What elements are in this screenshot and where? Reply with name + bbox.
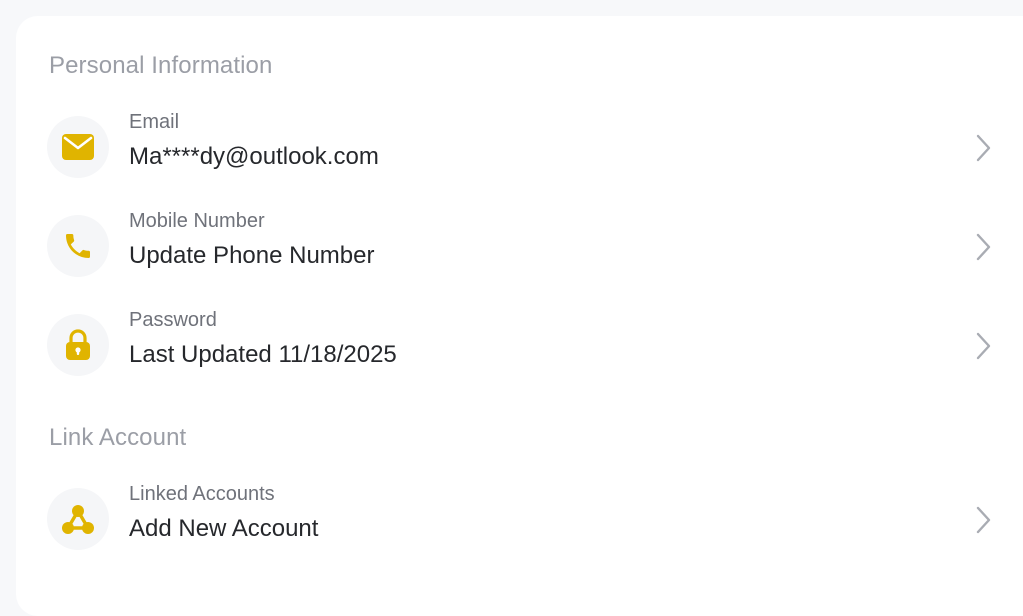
password-label: Password <box>129 309 217 331</box>
lock-icon <box>66 329 90 360</box>
section-title-personal-information: Personal Information <box>49 52 273 79</box>
phone-icon-circle <box>47 215 109 277</box>
linked-accounts-icon-circle <box>47 488 109 550</box>
password-value: Last Updated 11/18/2025 <box>129 341 397 368</box>
email-label: Email <box>129 111 180 133</box>
linked-nodes-icon <box>62 505 94 534</box>
chevron-right-icon <box>976 233 991 261</box>
phone-icon <box>66 234 90 258</box>
mobile-number-row[interactable]: Mobile Number Update Phone Number <box>16 205 1006 285</box>
chevron-right-icon <box>976 506 991 534</box>
linked-accounts-row[interactable]: Linked Accounts Add New Account <box>16 478 1006 558</box>
email-row[interactable]: Email Ma****dy@outlook.com <box>16 106 1006 186</box>
lock-icon-circle <box>47 314 109 376</box>
email-value: Ma****dy@outlook.com <box>129 143 379 170</box>
linked-accounts-label: Linked Accounts <box>129 483 275 505</box>
envelope-icon <box>62 134 94 160</box>
email-icon-circle <box>47 116 109 178</box>
settings-card: Personal Information Email Ma****dy@outl… <box>16 16 1023 616</box>
section-title-link-account: Link Account <box>49 424 187 451</box>
mobile-number-value: Update Phone Number <box>129 242 375 269</box>
linked-accounts-value: Add New Account <box>129 515 319 542</box>
chevron-right-icon <box>976 134 991 162</box>
password-row[interactable]: Password Last Updated 11/18/2025 <box>16 304 1006 384</box>
chevron-right-icon <box>976 332 991 360</box>
mobile-number-label: Mobile Number <box>129 210 265 232</box>
